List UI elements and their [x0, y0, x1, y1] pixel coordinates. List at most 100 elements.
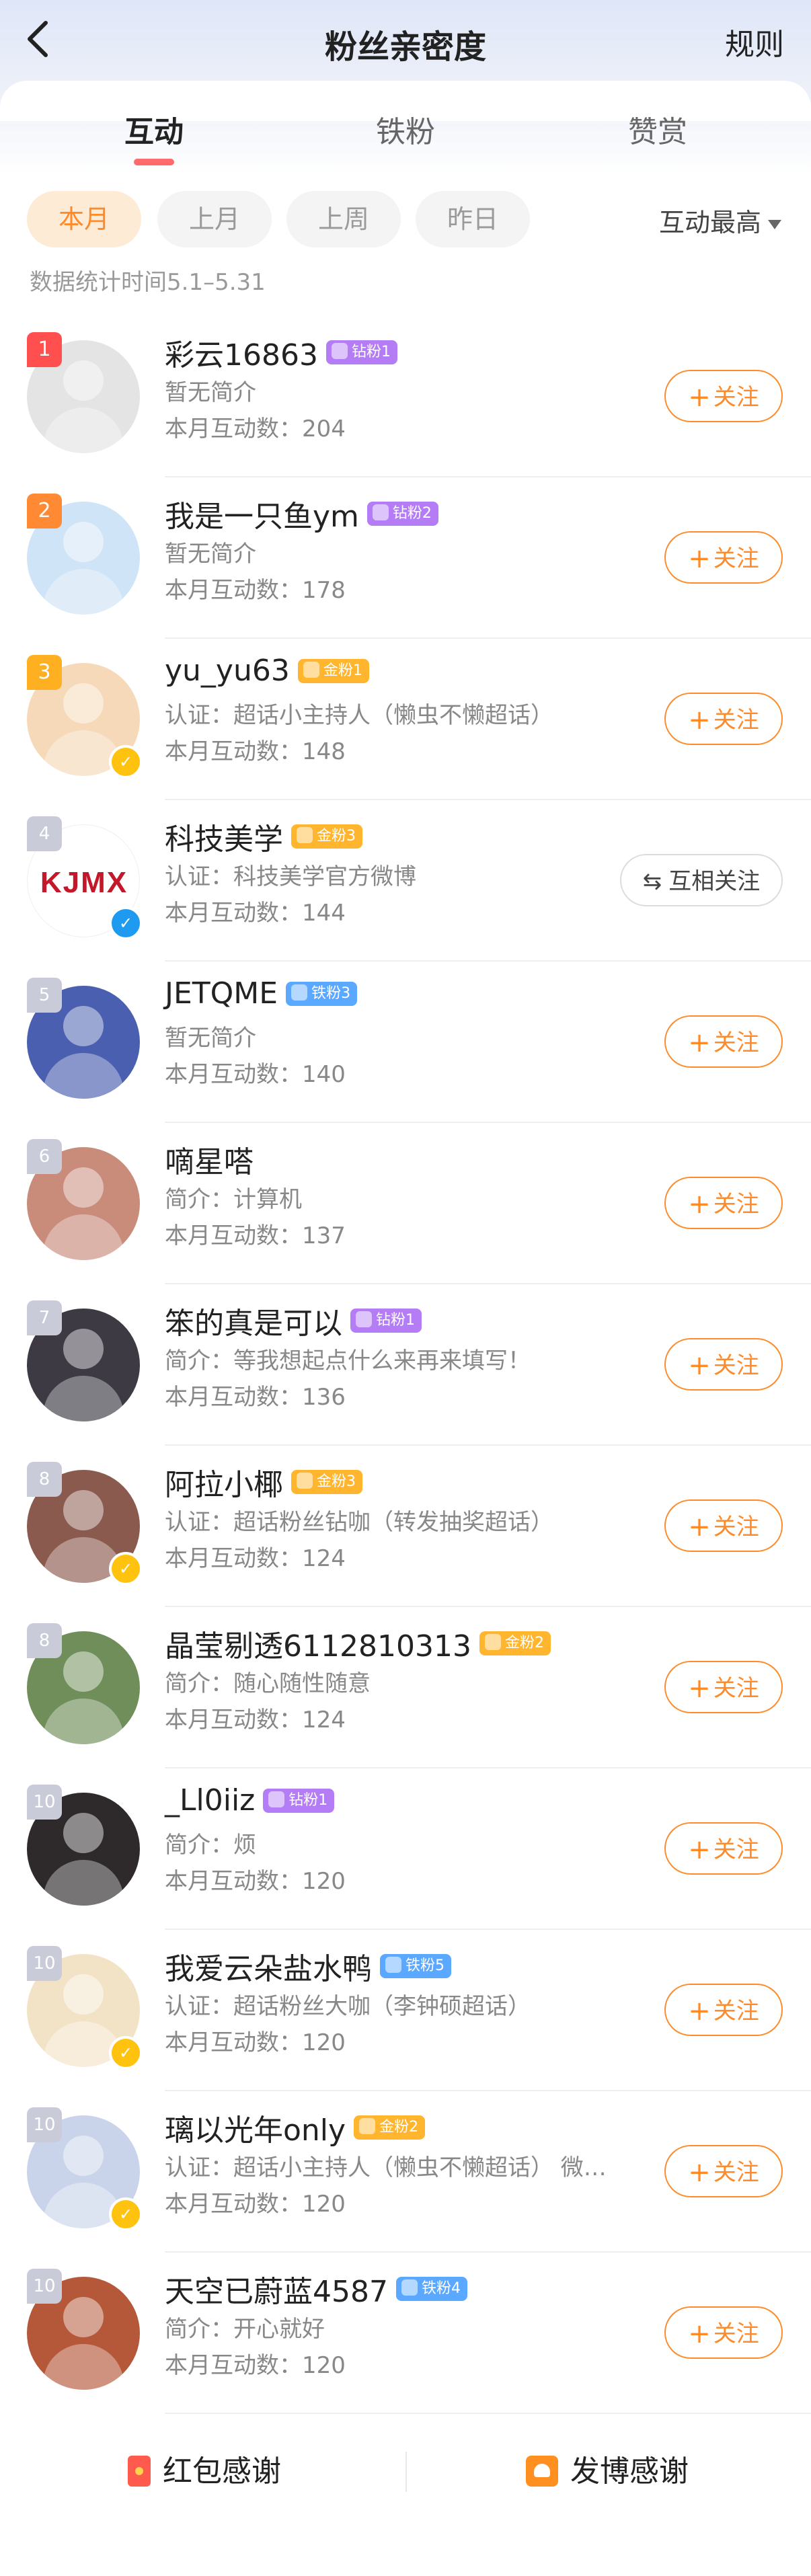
tab-iron-fans[interactable]: 铁粉 [338, 108, 473, 151]
follow-label: 关注 [713, 1514, 759, 1540]
red-packet-thanks-button[interactable]: 红包感谢 [128, 2452, 281, 2492]
plus-icon: + [688, 1189, 711, 1220]
rank-badge: 10 [27, 1946, 62, 1981]
fan-name[interactable]: 我是一只鱼ym [165, 492, 359, 535]
follow-button[interactable]: + 关注 [664, 1177, 783, 1229]
fan-description: 简介：开心就好 [165, 2316, 325, 2343]
rules-link[interactable]: 规则 [725, 20, 784, 63]
follow-button[interactable]: + 关注 [664, 1661, 783, 1713]
follow-button[interactable]: + 关注 [664, 2306, 783, 2359]
tab-bar: 互动 铁粉 赞赏 [0, 108, 811, 175]
filter-yesterday[interactable]: 昨日 [416, 191, 530, 247]
fan-level-icon [359, 2118, 376, 2134]
name-line: yu_yu63 金粉1 [165, 654, 609, 695]
interaction-count: 本月互动数：178 [165, 577, 346, 604]
fan-name[interactable]: yu_yu63 [165, 654, 290, 688]
post-icon [526, 2456, 558, 2487]
fan-name[interactable]: 嘀星嗒 [165, 1138, 254, 1181]
name-line: 嘀星嗒 [165, 1138, 609, 1179]
fan-row[interactable]: 1 彩云16863 钻粉1 暂无简介 本月互动数：204 + 关注 [0, 316, 811, 477]
plus-icon: + [688, 1350, 711, 1381]
filter-last-month[interactable]: 上月 [157, 191, 272, 247]
fan-row[interactable]: 10 _Ll0iiz 钻粉1 简介：烦 本月互动数：120 + 关注 [0, 1768, 811, 1930]
name-line: 阿拉小椰 金粉3 [165, 1460, 609, 1502]
fan-level-badge: 铁粉3 [286, 981, 358, 1006]
follow-button[interactable]: + 关注 [664, 1338, 783, 1391]
fan-description: 暂无简介 [165, 1025, 256, 1052]
fan-row[interactable]: 2 我是一只鱼ym 钻粉2 暂无简介 本月互动数：178 + 关注 [0, 477, 811, 639]
fan-name[interactable]: 阿拉小椰 [165, 1460, 283, 1504]
interaction-count: 本月互动数：140 [165, 1061, 346, 1088]
verified-icon: ✓ [109, 1552, 143, 1586]
fan-level-badge: 钻粉1 [263, 1788, 335, 1813]
fan-level-label: 铁粉5 [406, 1957, 445, 1974]
fan-level-icon [297, 827, 313, 843]
name-line: 璃以光年only 金粉2 [165, 2106, 609, 2148]
fan-row[interactable]: 7 笨的真是可以 钻粉1 简介：等我想起点什么来再来填写！ 本月互动数：136 + 关注 [0, 1284, 811, 1446]
fan-level-badge: 钻粉1 [350, 1309, 422, 1333]
fan-row[interactable]: 8 ✓ 阿拉小椰 金粉3 认证：超话粉丝钻咖（转发抽奖超话） 本月互动数：124 + 关注 [0, 1446, 811, 1607]
fan-level-label: 金粉2 [379, 2119, 419, 2136]
fan-description: 认证：超话粉丝钻咖（转发抽奖超话） [165, 1509, 553, 1536]
rank-badge: 5 [27, 978, 62, 1013]
filter-this-month[interactable]: 本月 [27, 191, 141, 247]
fan-row[interactable]: 10 ✓ 璃以光年only 金粉2 认证：超话小主持人（懒虫不懒超话） 微… 本月互动数：… [0, 2091, 811, 2253]
fan-level-icon [356, 1311, 372, 1327]
verified-icon: ✓ [109, 906, 143, 940]
fan-name[interactable]: 科技美学 [165, 815, 283, 858]
stats-time-range: 数据统计时间5.1–5.31 [30, 269, 266, 296]
fan-level-icon [268, 1791, 285, 1807]
follow-button[interactable]: + 关注 [664, 1984, 783, 2036]
rank-badge: 10 [27, 2269, 62, 2304]
rank-badge: 2 [27, 494, 62, 529]
fan-row[interactable]: 10 天空已蔚蓝4587 铁粉4 简介：开心就好 本月互动数：120 + 关注 [0, 2253, 811, 2414]
fan-level-label: 铁粉3 [311, 984, 351, 1002]
follow-button[interactable]: + 关注 [664, 2145, 783, 2197]
mutual-follow-button[interactable]: ⇆ 互相关注 [620, 854, 783, 906]
fan-level-icon [372, 504, 389, 520]
plus-icon: + [688, 1512, 711, 1543]
sort-dropdown[interactable]: 互动最高 [659, 202, 781, 239]
fan-level-badge: 金粉2 [354, 2115, 426, 2140]
fan-level-badge: 金粉2 [479, 1631, 551, 1655]
fan-row[interactable]: 4 KJMX ✓ 科技美学 金粉3 认证：科技美学官方微博 本月互动数：144 ⇆ 互相关注 [0, 800, 811, 962]
interaction-count: 本月互动数：136 [165, 1384, 346, 1411]
follow-button[interactable]: + 关注 [664, 1822, 783, 1875]
post-thanks-button[interactable]: 发博感谢 [526, 2452, 689, 2492]
fan-name[interactable]: JETQME [165, 976, 278, 1011]
fan-name[interactable]: 晶莹剔透6112810313 [165, 1622, 471, 1665]
fan-level-label: 钻粉1 [376, 1312, 415, 1329]
fan-description: 简介：计算机 [165, 1186, 302, 1213]
fan-row[interactable]: 3 ✓ yu_yu63 金粉1 认证：超话小主持人（懒虫不懒超话） 本月互动数：148 + 关… [0, 639, 811, 800]
rank-badge: 8 [27, 1462, 62, 1497]
fan-name[interactable]: _Ll0iiz [165, 1783, 255, 1818]
fan-name[interactable]: 天空已蔚蓝4587 [165, 2267, 388, 2310]
filter-last-week[interactable]: 上周 [286, 191, 401, 247]
tab-interaction[interactable]: 互动 [87, 108, 221, 151]
plus-icon: + [688, 1996, 711, 2027]
fan-row[interactable]: 10 ✓ 我爱云朵盐水鸭 铁粉5 认证：超话粉丝大咖（李钟硕超话） 本月互动数：120 + 关… [0, 1930, 811, 2091]
fan-description: 简介：随心随性随意 [165, 1670, 371, 1697]
fan-row[interactable]: 6 嘀星嗒 简介：计算机 本月互动数：137 + 关注 [0, 1123, 811, 1284]
tab-appreciation[interactable]: 赞赏 [590, 108, 725, 151]
interaction-count: 本月互动数：120 [165, 2029, 346, 2056]
interaction-count: 本月互动数：120 [165, 1868, 346, 1895]
follow-button[interactable]: + 关注 [664, 1015, 783, 1068]
follow-button[interactable]: + 关注 [664, 531, 783, 584]
follow-button[interactable]: + 关注 [664, 1499, 783, 1552]
rank-badge: 6 [27, 1139, 62, 1174]
fan-info: 晶莹剔透6112810313 金粉2 简介：随心随性随意 本月互动数：124 [165, 1622, 609, 1738]
follow-label: 关注 [713, 1836, 759, 1863]
follow-button[interactable]: + 关注 [664, 370, 783, 422]
fan-name[interactable]: 彩云16863 [165, 331, 318, 374]
fan-name[interactable]: 我爱云朵盐水鸭 [165, 1945, 372, 1988]
fan-name[interactable]: 璃以光年only [165, 2106, 346, 2149]
fan-level-icon [331, 343, 348, 359]
fan-row[interactable]: 5 JETQME 铁粉3 暂无简介本月互动数：140 + 关注 [0, 962, 811, 1123]
fan-row[interactable]: 8 晶莹剔透6112810313 金粉2 简介：随心随性随意 本月互动数：124 + 关注 [0, 1607, 811, 1768]
follow-label: 关注 [713, 1998, 759, 2025]
follow-button[interactable]: + 关注 [664, 693, 783, 745]
fan-name[interactable]: 笨的真是可以 [165, 1299, 342, 1342]
interaction-count: 本月互动数：120 [165, 2191, 346, 2218]
fan-description: 认证：超话小主持人（懒虫不懒超话） 微… [165, 2154, 607, 2181]
